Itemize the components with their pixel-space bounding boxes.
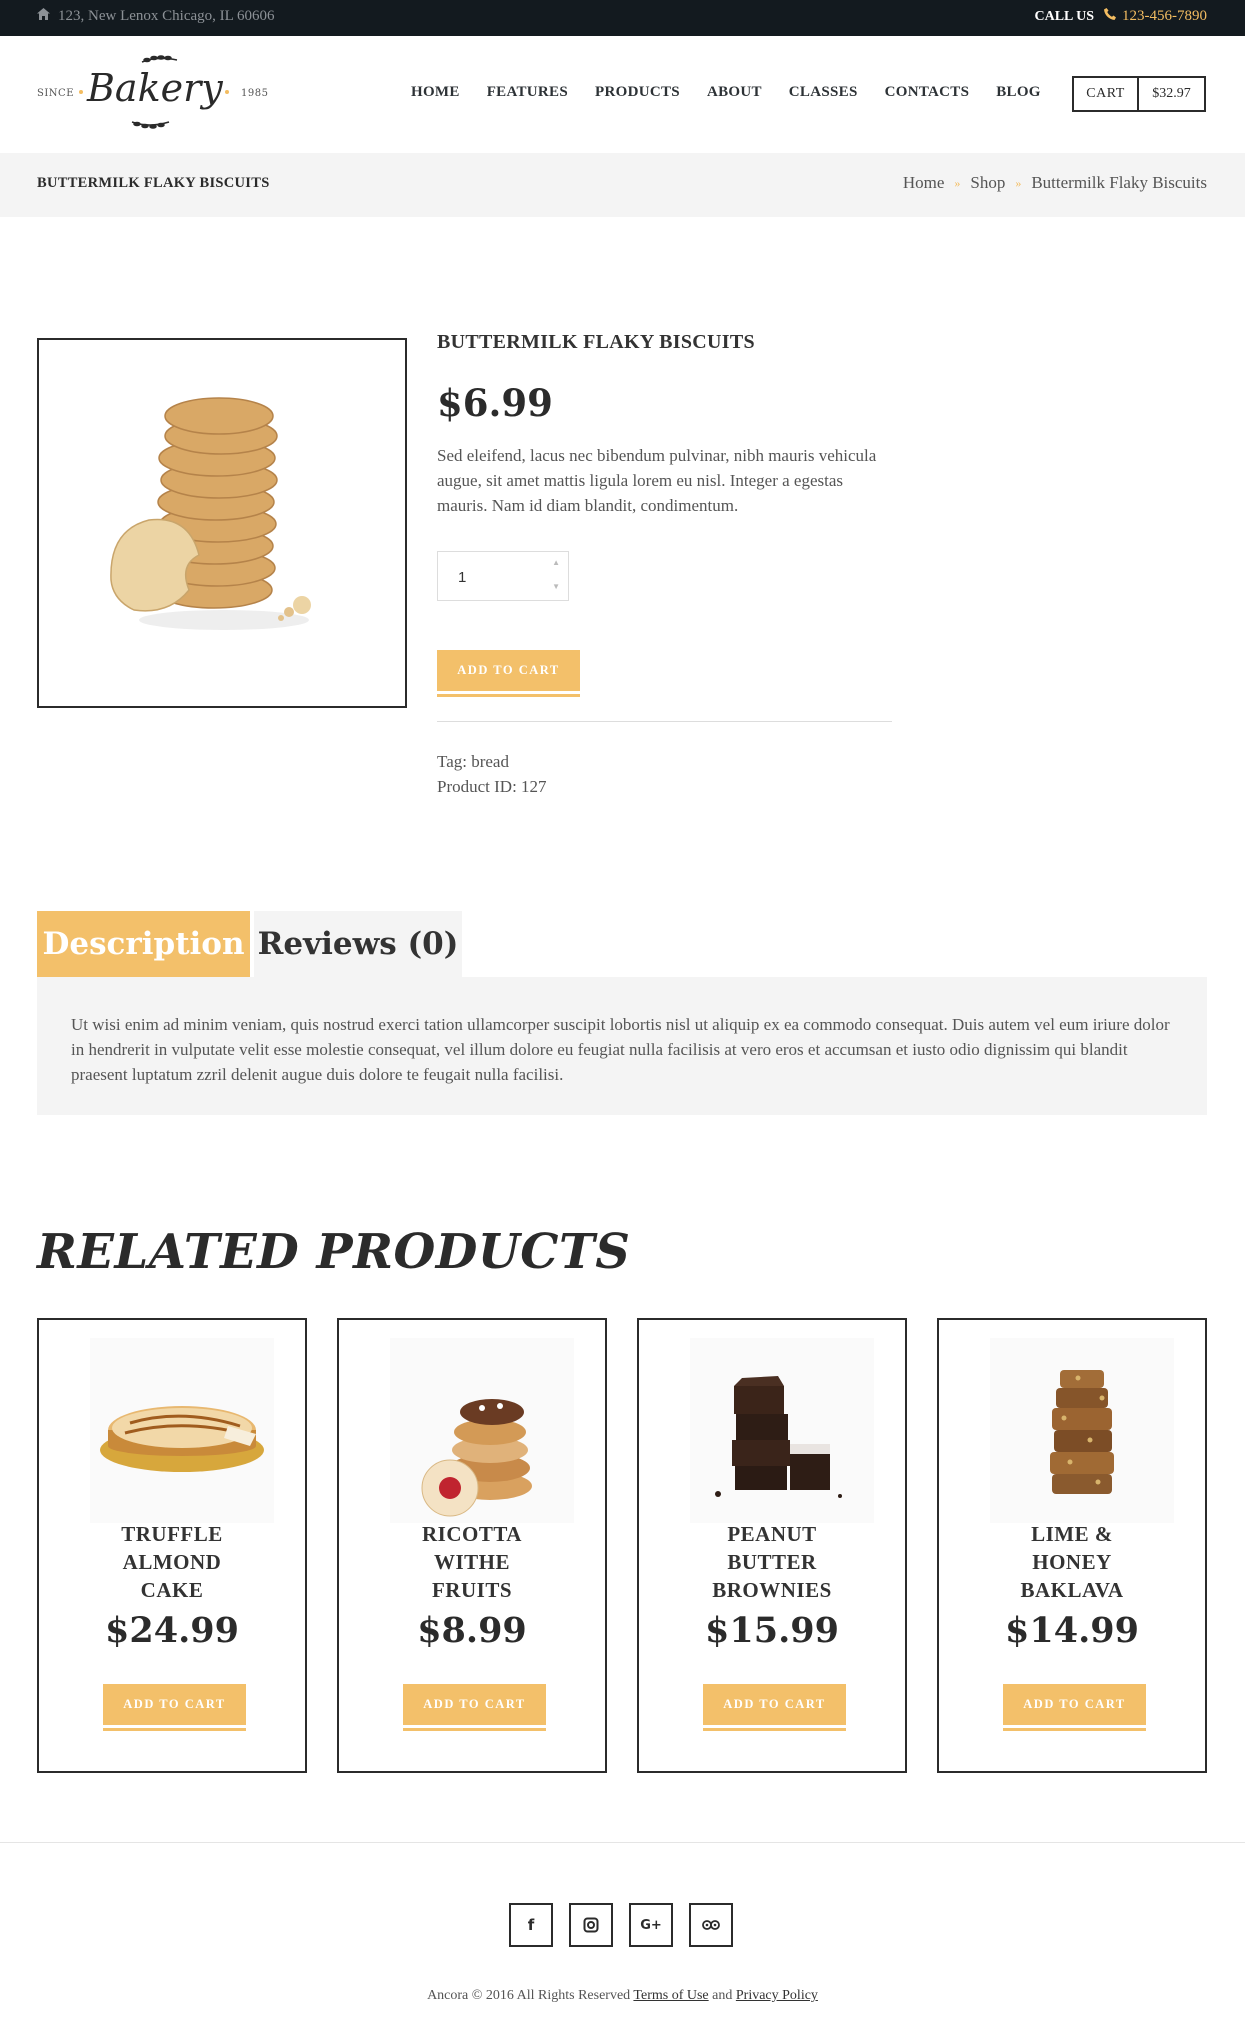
product-thumb[interactable] (390, 1338, 574, 1523)
product-card[interactable]: TRUFFLE ALMOND CAKE $24.99 ADD TO CART (37, 1318, 307, 1773)
product-card[interactable]: LIME & HONEY BAKLAVA $14.99 ADD TO CART (937, 1318, 1207, 1773)
logo[interactable]: SINCE Bakery 1985 (37, 54, 277, 134)
call-us: CALL US 123-456-7890 (1034, 8, 1207, 25)
add-to-cart-button[interactable]: ADD TO CART (103, 1684, 246, 1728)
footer-divider (0, 1842, 1245, 1843)
add-to-cart-button[interactable]: ADD TO CART (403, 1684, 546, 1728)
product-description: Sed eleifend, lacus nec bibendum pulvina… (437, 446, 877, 515)
product-name: BUTTERMILK FLAKY BISCUITS (437, 331, 755, 353)
tab-description[interactable]: Description (37, 911, 250, 977)
phone-number: 123-456-7890 (1122, 8, 1207, 24)
phone-icon (1104, 8, 1116, 25)
google-plus-icon[interactable]: G+ (629, 1903, 673, 1947)
product-card[interactable]: PEANUT BUTTER BROWNIES $15.99 ADD TO CAR… (637, 1318, 907, 1773)
cart-button[interactable]: CART $32.97 (1072, 76, 1206, 112)
logo-year: 1985 (241, 88, 269, 99)
product-thumb[interactable] (990, 1338, 1174, 1523)
product-card-price: $24.99 (105, 1610, 239, 1651)
cart-label: CART (1074, 78, 1139, 110)
breadcrumb: Home » Shop » Buttermilk Flaky Biscuits (903, 173, 1207, 193)
breadcrumb-separator-icon: » (1015, 175, 1022, 190)
add-to-cart-button[interactable]: ADD TO CART (1003, 1684, 1146, 1728)
product-card-name[interactable]: TRUFFLE ALMOND CAKE (39, 1520, 305, 1604)
product-card[interactable]: RICOTTA WITHE FRUITS $8.99 ADD TO CART (337, 1318, 607, 1773)
page-title: BUTTERMILK FLAKY BISCUITS (37, 175, 270, 191)
add-to-cart-button[interactable]: ADD TO CART (437, 650, 580, 694)
breadcrumb-shop[interactable]: Shop (970, 173, 1005, 193)
divider (437, 721, 892, 722)
product-card-name[interactable]: LIME & HONEY BAKLAVA (939, 1520, 1205, 1604)
facebook-icon[interactable]: f (509, 1903, 553, 1947)
product-price: $6.99 (437, 381, 553, 425)
product-info: BUTTERMILK FLAKY BISCUITS $6.99 Sed elei… (437, 331, 892, 799)
social-links: f G+ (509, 1903, 733, 1947)
nav-classes[interactable]: CLASSES (789, 84, 858, 101)
tab-reviews[interactable]: Reviews (0) (254, 911, 462, 977)
product-card-price: $15.99 (705, 1610, 839, 1651)
nav-contacts[interactable]: CONTACTS (885, 84, 970, 101)
stepper-down-icon[interactable]: ▼ (552, 582, 560, 591)
nav-blog[interactable]: BLOG (996, 84, 1041, 101)
biscuit-stack-image (110, 397, 311, 630)
baklava-image (1050, 1370, 1114, 1494)
breadcrumb-bar: BUTTERMILK FLAKY BISCUITS Home » Shop » … (0, 153, 1245, 217)
tab-panel-description: Ut wisi enim ad minim veniam, quis nostr… (37, 977, 1207, 1115)
breadcrumb-separator-icon: » (954, 175, 961, 190)
privacy-link[interactable]: Privacy Policy (736, 1988, 818, 2003)
quantity-input[interactable]: 1 ▲ ▼ (437, 551, 569, 601)
nav-products[interactable]: PRODUCTS (595, 84, 680, 101)
breadcrumb-home[interactable]: Home (903, 173, 945, 193)
top-bar: 123, New Lenox Chicago, IL 60606 CALL US… (0, 0, 1245, 36)
brownies-image (715, 1376, 842, 1498)
product-thumb[interactable] (90, 1338, 274, 1523)
product-tabs: Description Reviews (0) (37, 911, 462, 977)
cake-image (100, 1406, 264, 1472)
product-card-name[interactable]: PEANUT BUTTER BROWNIES (639, 1520, 905, 1604)
product-thumb[interactable] (690, 1338, 874, 1523)
and-text: and (712, 1988, 733, 2003)
copyright-text: Ancora © 2016 All Rights Reserved (427, 1988, 631, 2003)
product-card-price: $8.99 (417, 1610, 527, 1651)
terms-link[interactable]: Terms of Use (633, 1988, 708, 2003)
cart-total: $32.97 (1152, 86, 1191, 101)
related-products-title: RELATED PRODUCTS (37, 1224, 631, 1280)
site-header: SINCE Bakery 1985 HOME FEATURES PRODUCTS… (0, 36, 1245, 153)
instagram-icon[interactable] (569, 1903, 613, 1947)
product-image[interactable] (37, 338, 407, 708)
stepper-up-icon[interactable]: ▲ (552, 558, 560, 567)
logo-since: SINCE (37, 88, 75, 99)
phone-link[interactable]: 123-456-7890 (1104, 8, 1207, 25)
nav-about[interactable]: ABOUT (707, 84, 762, 101)
product-meta: Tag: bread Product ID: 127 (437, 749, 892, 799)
logo-name: Bakery (87, 66, 223, 110)
product-card-price: $14.99 (1005, 1610, 1139, 1651)
main-nav: HOME FEATURES PRODUCTS ABOUT CLASSES CON… (411, 84, 1041, 101)
product-tag[interactable]: Tag: bread (437, 749, 892, 774)
home-icon (37, 8, 50, 25)
copyright: Ancora © 2016 All Rights Reserved Terms … (0, 1988, 1245, 2004)
address-text: 123, New Lenox Chicago, IL 60606 (58, 8, 275, 24)
tripadvisor-icon[interactable] (689, 1903, 733, 1947)
add-to-cart-button[interactable]: ADD TO CART (703, 1684, 846, 1728)
breadcrumb-current: Buttermilk Flaky Biscuits (1031, 173, 1207, 192)
cookies-image (421, 1399, 532, 1517)
product-card-name[interactable]: RICOTTA WITHE FRUITS (339, 1520, 605, 1604)
quantity-value: 1 (458, 569, 467, 586)
product-id: Product ID: 127 (437, 777, 547, 796)
nav-features[interactable]: FEATURES (487, 84, 568, 101)
nav-home[interactable]: HOME (411, 84, 460, 101)
call-us-label: CALL US (1034, 8, 1094, 24)
address: 123, New Lenox Chicago, IL 60606 (37, 8, 274, 25)
